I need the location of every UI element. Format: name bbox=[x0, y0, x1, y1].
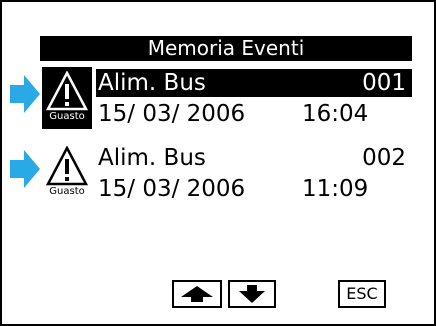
scroll-down-button[interactable] bbox=[228, 280, 276, 308]
event-name: Alim. Bus bbox=[98, 145, 206, 171]
warning-icon-box: Guasto bbox=[42, 67, 92, 129]
down-arrow-icon bbox=[239, 285, 265, 303]
pointer-arrow-icon bbox=[10, 150, 40, 188]
warning-icon bbox=[46, 146, 88, 186]
page-title: Memoria Eventi bbox=[40, 36, 412, 61]
event-name: Alim. Bus bbox=[98, 70, 206, 96]
scroll-up-button[interactable] bbox=[172, 280, 222, 308]
pointer-arrow-icon bbox=[10, 75, 40, 113]
up-arrow-icon bbox=[181, 286, 213, 302]
event-time: 11:09 bbox=[302, 176, 369, 202]
icon-caption: Guasto bbox=[49, 111, 85, 122]
event-datetime-line: 15/ 03/ 2006 11:09 bbox=[96, 174, 412, 204]
warning-icon-box: Guasto bbox=[42, 142, 92, 204]
warning-icon bbox=[46, 71, 88, 111]
event-time: 16:04 bbox=[302, 101, 369, 127]
event-title-line: Alim. Bus 002 bbox=[96, 144, 412, 172]
display-screen: Memoria Eventi Guasto Alim. Bus 001 15/ … bbox=[0, 0, 436, 326]
event-row[interactable]: Guasto Alim. Bus 001 15/ 03/ 2006 16:04 bbox=[2, 67, 436, 135]
event-row[interactable]: Guasto Alim. Bus 002 15/ 03/ 2006 11:09 bbox=[2, 142, 436, 210]
event-date: 15/ 03/ 2006 bbox=[98, 176, 246, 202]
event-title-line: Alim. Bus 001 bbox=[96, 69, 412, 97]
event-number: 002 bbox=[362, 145, 406, 171]
icon-caption: Guasto bbox=[49, 186, 85, 197]
event-datetime-line: 15/ 03/ 2006 16:04 bbox=[96, 99, 412, 129]
event-date: 15/ 03/ 2006 bbox=[98, 101, 246, 127]
esc-button[interactable]: ESC bbox=[338, 280, 386, 308]
event-number: 001 bbox=[362, 70, 406, 96]
